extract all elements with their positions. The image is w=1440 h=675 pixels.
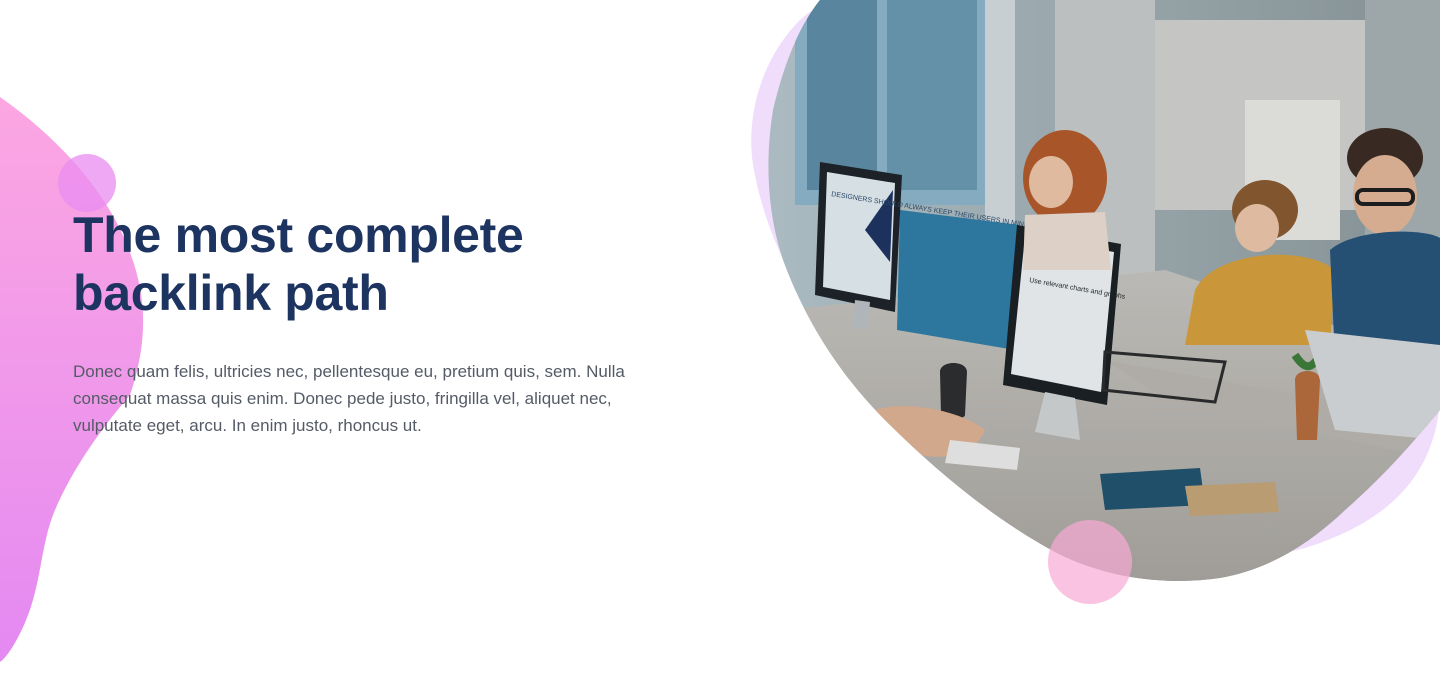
hero-description: Donec quam felis, ultricies nec, pellent… [73,362,625,435]
photo-content: DESIGNERS SHOULD ALWAYS KEEP THEIR USERS… [768,0,1440,581]
decorative-circle-top-left [58,154,116,212]
hero-title: The most complete backlink path [73,207,524,321]
decorative-circle-bottom-right [1048,520,1132,604]
landing-page: The most complete backlink path Donec qu… [0,0,1440,675]
office-photo-blob: DESIGNERS SHOULD ALWAYS KEEP THEIR USERS… [751,0,1440,581]
hero-copy: The most complete backlink path Donec qu… [73,206,683,439]
